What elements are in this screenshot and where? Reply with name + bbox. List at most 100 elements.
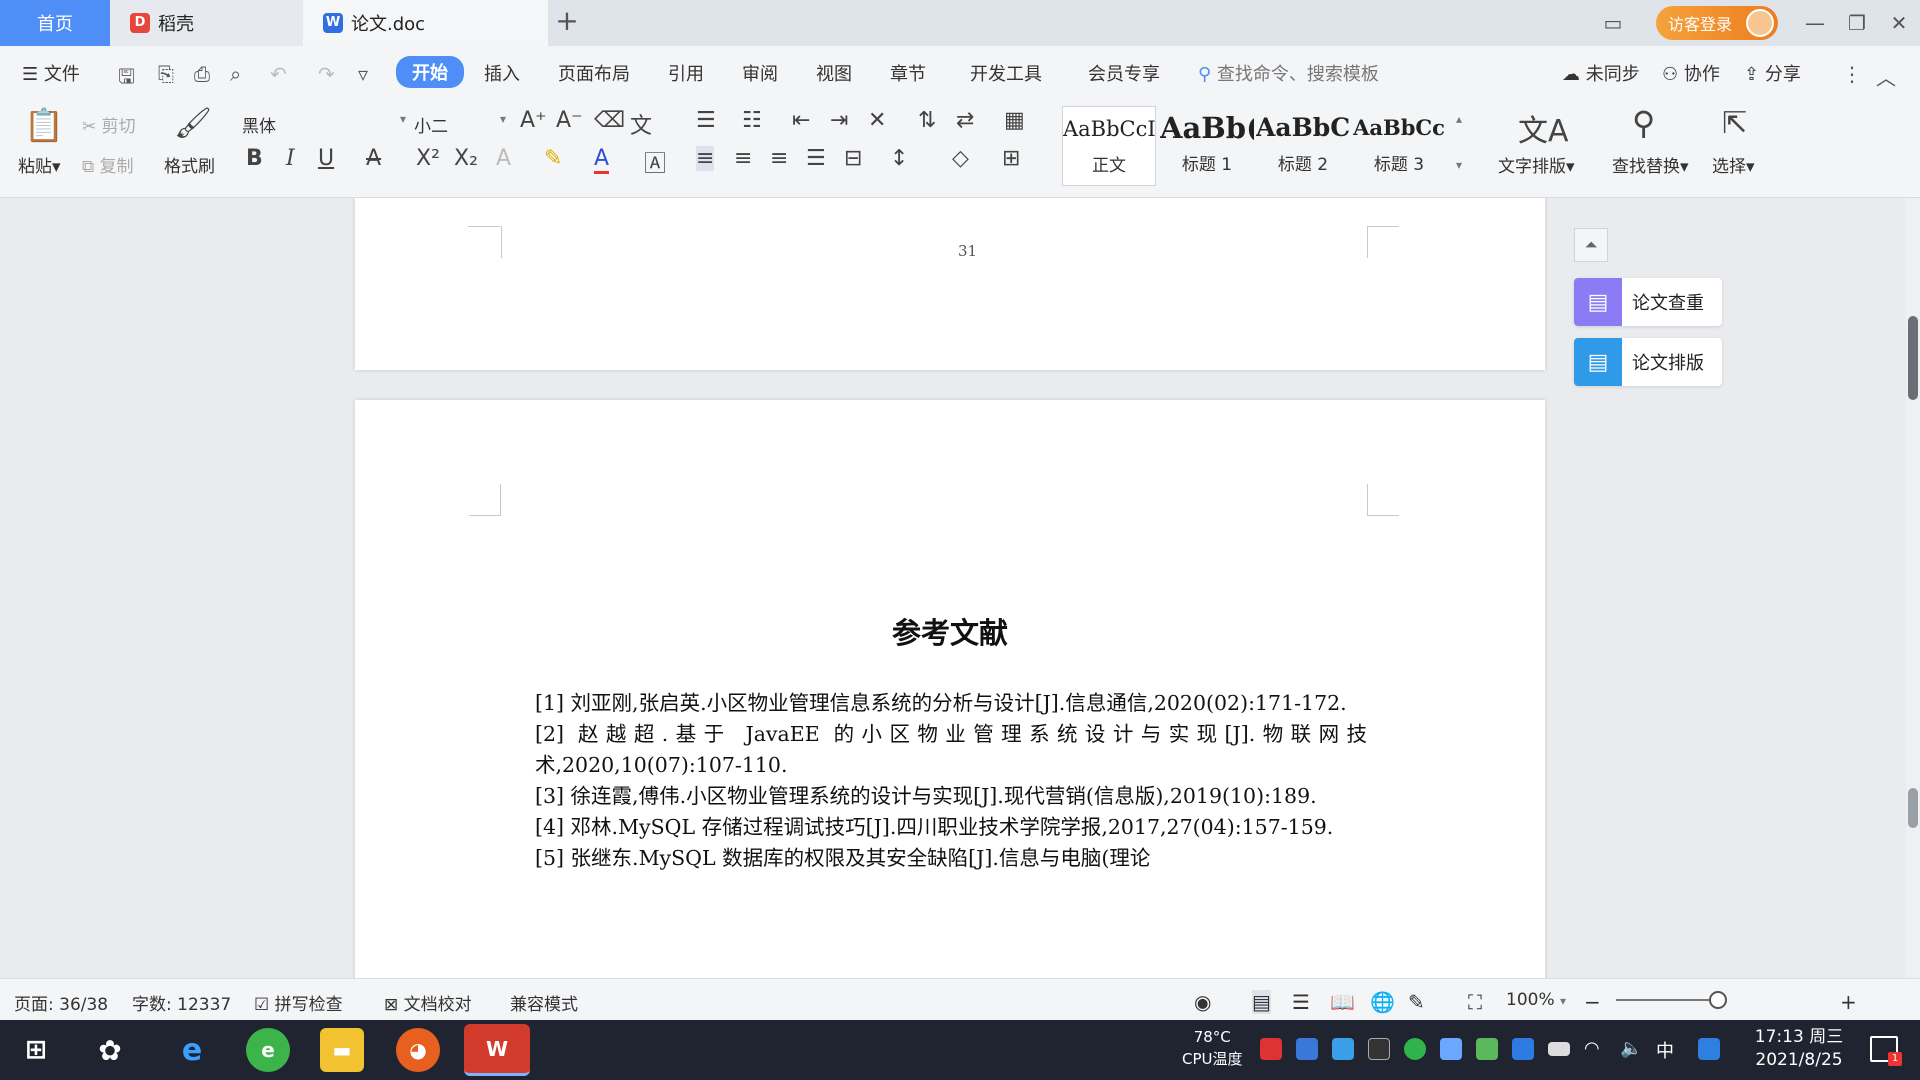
borders-icon[interactable]: ⊞ <box>1002 146 1020 171</box>
scrollbar-thumb[interactable] <box>1908 316 1918 400</box>
notification-center-icon[interactable]: 1 <box>1870 1036 1902 1066</box>
menu-developer[interactable]: 开发工具 <box>970 60 1042 86</box>
line-spacing-icon[interactable]: ↕ <box>890 146 908 171</box>
increase-indent-icon[interactable]: ⇥ <box>830 108 848 133</box>
login-button[interactable]: 访客登录 <box>1656 6 1778 40</box>
sync-button[interactable]: ☁ 未同步 <box>1562 60 1640 86</box>
bold-icon[interactable]: B <box>246 146 263 171</box>
bluetooth-icon[interactable] <box>1512 1038 1534 1060</box>
restore-icon[interactable]: ❐ <box>1842 8 1872 38</box>
text-layout-button[interactable]: 文字排版▾ <box>1498 152 1575 177</box>
write-view-icon[interactable]: ✎ <box>1408 990 1425 1014</box>
subscript-icon[interactable]: X₂ <box>454 146 478 171</box>
align-right-icon[interactable]: ≡ <box>770 146 788 171</box>
text-effect-icon[interactable]: A <box>496 146 511 171</box>
find-replace-button[interactable]: 查找替换▾ <box>1612 152 1689 177</box>
strikethrough-icon[interactable]: A <box>366 146 381 171</box>
tray-app-icon[interactable] <box>1296 1038 1318 1060</box>
collaborate-button[interactable]: ⚇ 协作 <box>1662 60 1720 86</box>
ruler-icon[interactable]: ▦ <box>1004 108 1025 133</box>
quick-access-dropdown-icon[interactable]: ▿ <box>358 62 368 86</box>
command-search[interactable]: ⚲ 查找命令、搜索模板 <box>1198 60 1379 86</box>
text-layout-icon[interactable]: 文A <box>1518 106 1569 150</box>
underline-icon[interactable]: U <box>318 146 334 171</box>
more-icon[interactable]: ⋮ <box>1842 62 1862 86</box>
grow-font-icon[interactable]: A⁺ <box>520 108 547 133</box>
zoom-slider-handle[interactable] <box>1709 991 1727 1009</box>
zoom-out-icon[interactable]: − <box>1584 990 1601 1014</box>
paper-check-button[interactable]: ▤ 论文查重 <box>1574 278 1722 326</box>
style-heading-3[interactable]: AaBbCc 标题 3 <box>1352 106 1446 186</box>
select-button[interactable]: 选择▾ <box>1712 152 1755 177</box>
char-border-icon[interactable]: 🄰 <box>644 146 666 178</box>
undo-icon[interactable]: ↶ <box>270 62 287 86</box>
bullet-list-icon[interactable]: ☰ <box>696 108 716 133</box>
fit-page-icon[interactable]: ⛶ <box>1468 990 1482 1014</box>
battery-icon[interactable] <box>1548 1042 1570 1056</box>
distribute-icon[interactable]: ⊟ <box>844 146 862 171</box>
wps-writer-icon[interactable]: W <box>464 1024 530 1076</box>
tab-daoke[interactable]: D 稻壳 <box>110 0 303 46</box>
menu-view[interactable]: 视图 <box>816 60 852 86</box>
qq-icon[interactable] <box>1368 1038 1390 1060</box>
collapse-ribbon-icon[interactable]: ︿ <box>1876 62 1896 91</box>
menu-references[interactable]: 引用 <box>668 60 704 86</box>
paste-icon[interactable]: 📋 <box>24 106 64 144</box>
spell-check-button[interactable]: ☑ 拼写检查 <box>254 990 343 1015</box>
page-indicator[interactable]: 页面: 36/38 <box>14 990 108 1015</box>
style-heading-2[interactable]: AaBbC 标题 2 <box>1256 106 1350 186</box>
styles-scroll-up-icon[interactable]: ▴ <box>1456 112 1462 126</box>
zoom-level-select[interactable]: 100% ▾ <box>1506 990 1566 1010</box>
paste-button[interactable]: 粘贴▾ <box>18 152 61 177</box>
nvidia-icon[interactable] <box>1476 1038 1498 1060</box>
page-view-icon[interactable]: ▤ <box>1252 990 1271 1014</box>
justify-icon[interactable]: ☰ <box>806 146 826 171</box>
select-cursor-icon[interactable]: ⇱ <box>1722 106 1747 141</box>
clear-format-icon[interactable]: ⌫ <box>594 108 625 133</box>
font-size-select[interactable]: 小二 ▾ <box>414 112 506 138</box>
layout-toggle-icon[interactable]: ▭ <box>1598 8 1628 38</box>
text-direction-icon[interactable]: ⇄ <box>956 108 974 133</box>
menu-chapter[interactable]: 章节 <box>890 60 926 86</box>
file-explorer-icon[interactable]: ▬ <box>320 1028 364 1072</box>
tray-app-icon[interactable] <box>1440 1038 1462 1060</box>
style-normal[interactable]: AaBbCcI 正文 <box>1062 106 1156 186</box>
redo-icon[interactable]: ↷ <box>318 62 335 86</box>
save-icon[interactable]: 🖫 <box>118 62 135 96</box>
reading-view-icon[interactable]: 📖 <box>1330 990 1355 1014</box>
style-heading-1[interactable]: AaBb( 标题 1 <box>1160 106 1254 186</box>
side-panel-collapse-button[interactable]: ⏶ <box>1574 228 1608 262</box>
wifi-icon[interactable]: ◠ <box>1584 1038 1606 1060</box>
superscript-icon[interactable]: X² <box>416 146 440 171</box>
pinwheel-app-icon[interactable]: ✿ <box>88 1028 132 1072</box>
format-painter-button[interactable]: 格式刷 <box>164 152 215 177</box>
game-app-icon[interactable]: ◕ <box>396 1028 440 1072</box>
share-button[interactable]: ⇪ 分享 <box>1744 60 1801 86</box>
system-clock[interactable]: 17:13 周三 2021/8/25 <box>1748 1026 1850 1072</box>
minimize-icon[interactable]: — <box>1800 8 1830 38</box>
tray-search-icon[interactable] <box>1698 1038 1720 1060</box>
vertical-scrollbar[interactable] <box>1906 198 1920 978</box>
input-method-indicator[interactable]: 中 <box>1656 1037 1674 1063</box>
font-name-select[interactable]: 黑体 ▾ <box>242 112 406 138</box>
sort-icon[interactable]: ⇅ <box>918 108 936 133</box>
phonetic-guide-icon[interactable]: 文 <box>630 108 652 140</box>
menu-page-layout[interactable]: 页面布局 <box>558 60 630 86</box>
numbered-list-icon[interactable]: ☷ <box>742 108 762 133</box>
new-tab-button[interactable]: + <box>552 4 582 42</box>
font-color-icon[interactable]: A <box>594 146 610 174</box>
decrease-indent-icon[interactable]: ⇤ <box>792 108 810 133</box>
copy-button[interactable]: ⧉ 复制 <box>82 152 134 177</box>
doc-proof-button[interactable]: ⊠ 文档校对 <box>384 990 472 1015</box>
align-center-icon[interactable]: ≡ <box>734 146 752 171</box>
align-left-icon[interactable]: ≡ <box>696 146 715 171</box>
menu-review[interactable]: 审阅 <box>742 60 778 86</box>
menu-home[interactable]: 开始 <box>396 56 464 88</box>
outline-view-icon[interactable]: ☰ <box>1292 990 1310 1014</box>
print-icon[interactable]: ⎙ <box>194 62 210 86</box>
tray-app-icon[interactable] <box>1404 1038 1426 1060</box>
shading-icon[interactable]: ◇ <box>952 146 969 171</box>
windows-start-icon[interactable]: ⊞ <box>14 1028 58 1072</box>
menu-member[interactable]: 会员专享 <box>1088 60 1160 86</box>
shrink-font-icon[interactable]: A⁻ <box>556 108 583 133</box>
